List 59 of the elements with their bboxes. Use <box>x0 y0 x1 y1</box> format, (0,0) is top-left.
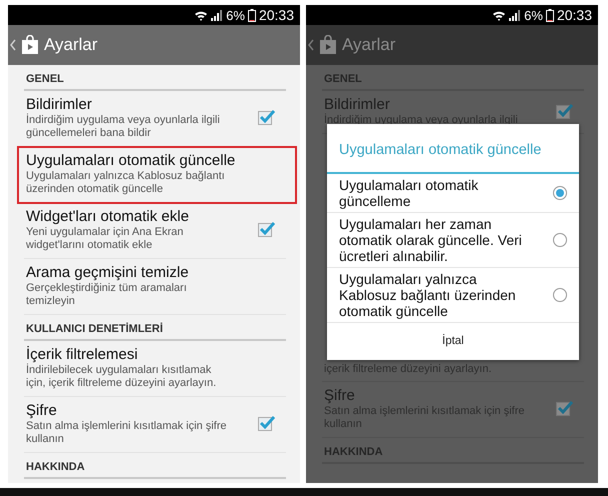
back-chevron-icon[interactable] <box>10 39 16 51</box>
setting-row[interactable]: Arama geçmişini temizle Gerçekleştirdiğiniz tüm aramaları temizleyin <box>24 259 286 315</box>
dialog-option[interactable]: Uygulamaları otomatik güncelleme <box>327 174 579 213</box>
cancel-button[interactable]: İptal <box>327 323 579 360</box>
setting-description: İndirdiğim uygulama veya oyunlarla ilgili güncellemeleri bana bildir <box>26 114 221 140</box>
battery-icon <box>546 8 554 22</box>
battery-percent: 6% <box>524 8 543 22</box>
setting-title: Bildirimler <box>324 96 391 114</box>
check-icon <box>557 400 573 414</box>
setting-row[interactable]: Widget'ları otomatik ekle Yeni uygulamalar için Ana Ekran widget'larını otomatik ekle <box>24 203 286 259</box>
check-icon <box>259 109 275 123</box>
shopping-bag-icon <box>20 35 40 55</box>
battery-icon <box>248 8 256 22</box>
option-label: Uygulamaları yalnızca Kablosuz bağlantı üzerinden otomatik güncelle <box>339 271 517 319</box>
app-bar-title: Ayarlar <box>44 35 98 55</box>
signal-icon <box>509 10 522 20</box>
dialog-option[interactable]: Uygulamaları her zaman otomatik olarak güncelle. Veri ücretleri alınabilir. <box>327 213 579 268</box>
shopping-bag-icon <box>318 35 338 55</box>
check-icon <box>259 221 275 235</box>
setting-row[interactable]: İçerik filtrelemesi İndirilebilecek uygulamaları kısıtlamak için, içerik filtreleme düzeyini ayarlayın. <box>24 341 286 397</box>
battery-percent: 6% <box>226 8 245 22</box>
setting-title: Arama geçmişini temizle <box>26 264 190 282</box>
section-header: GENEL <box>24 65 286 91</box>
setting-description: Yeni uygulamalar için Ana Ekran widget'larını otomatik ekle <box>26 226 184 252</box>
section-header: KULLANICI DENETİMLERİ <box>24 315 286 341</box>
checkbox[interactable] <box>258 111 272 125</box>
checkbox[interactable] <box>258 417 272 431</box>
setting-title: Şifre <box>26 402 58 420</box>
option-label: Uygulamaları otomatik güncelleme <box>339 177 480 209</box>
checkbox[interactable] <box>258 223 272 237</box>
setting-description: Satın alma işlemlerini kısıtlamak için şifre kullanın <box>26 420 228 446</box>
setting-title: Şifre <box>324 387 356 405</box>
setting-title: İçerik filtrelemesi <box>26 346 139 364</box>
checkbox[interactable] <box>556 104 570 118</box>
app-bar-title: Ayarlar <box>342 35 396 55</box>
highlighted-setting-row[interactable]: Uygulamaları otomatik güncelle Uygulamaları yalnızca Kablosuz bağlantı üzerinden otomatik güncelle <box>18 147 296 203</box>
setting-description: Gerçekleştirdiğiniz tüm aramaları temizleyin <box>26 282 188 308</box>
wifi-icon <box>492 10 506 20</box>
checkbox[interactable] <box>556 402 570 416</box>
wifi-icon <box>194 10 208 20</box>
dialog-title: Uygulamaları otomatik güncelle <box>327 124 579 174</box>
setting-description: Uygulamaları yalnızca Kablosuz bağlantı üzerinden otomatik güncelle <box>26 170 226 196</box>
setting-title: Widget'ları otomatik ekle <box>26 208 190 226</box>
radio-button[interactable] <box>553 186 567 200</box>
setting-row[interactable]: Bildirimler İndirdiğim uygulama veya oyunlarla ilgili güncellemeleri bana bildir <box>24 91 286 147</box>
radio-button[interactable] <box>553 288 567 302</box>
signal-icon <box>211 10 224 20</box>
setting-title: Uygulamaları otomatik güncelle <box>26 152 236 170</box>
clock-time: 20:33 <box>258 7 294 23</box>
check-icon <box>259 415 275 429</box>
back-chevron-icon[interactable] <box>308 39 314 51</box>
check-icon <box>557 102 573 116</box>
setting-title: Bildirimler <box>26 96 93 114</box>
setting-row[interactable]: Şifre Satın alma işlemlerini kısıtlamak için şifre kullanın <box>24 397 286 453</box>
radio-button[interactable] <box>553 233 567 247</box>
clock-time: 20:33 <box>556 7 592 23</box>
setting-description: İndirilebilecek uygulamaları kısıtlamak için, içerik filtreleme düzeyini ayarlayın. <box>26 364 218 390</box>
section-header: HAKKINDA <box>24 453 286 479</box>
option-label: Uygulamaları her zaman otomatik olarak güncelle. Veri ücretleri alınabilir. <box>339 216 523 264</box>
